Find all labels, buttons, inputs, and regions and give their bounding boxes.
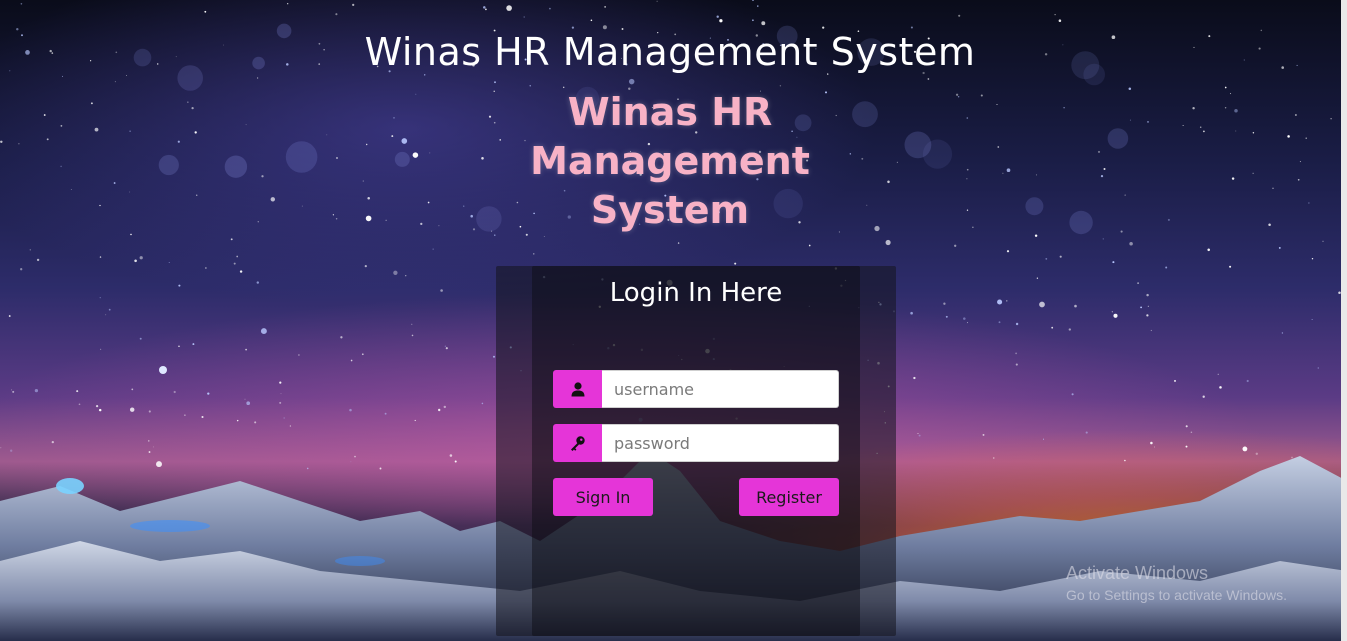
register-button[interactable]: Register — [739, 478, 839, 516]
watermark-title: Activate Windows — [1066, 563, 1209, 583]
subtitle-line: Winas HR — [567, 90, 773, 134]
username-row — [553, 370, 839, 408]
username-input[interactable] — [602, 370, 839, 408]
password-input[interactable] — [602, 424, 839, 462]
watermark-subtitle: Go to Settings to activate Windows. — [1066, 587, 1287, 603]
key-icon — [553, 424, 602, 462]
user-icon — [553, 370, 602, 408]
login-page: Winas HR Management System Winas HR Mana… — [0, 0, 1347, 641]
password-row — [553, 424, 839, 462]
activate-windows-watermark: Activate Windows Go to Settings to activ… — [1066, 563, 1287, 603]
login-heading: Login In Here — [609, 278, 783, 308]
app-subtitle: Winas HR Management System — [520, 88, 820, 235]
subtitle-line: System — [590, 188, 750, 232]
subtitle-line: Management — [530, 139, 810, 183]
page-title: Winas HR Management System — [364, 30, 976, 74]
window-edge — [1341, 0, 1347, 641]
sign-in-button[interactable]: Sign In — [553, 478, 653, 516]
